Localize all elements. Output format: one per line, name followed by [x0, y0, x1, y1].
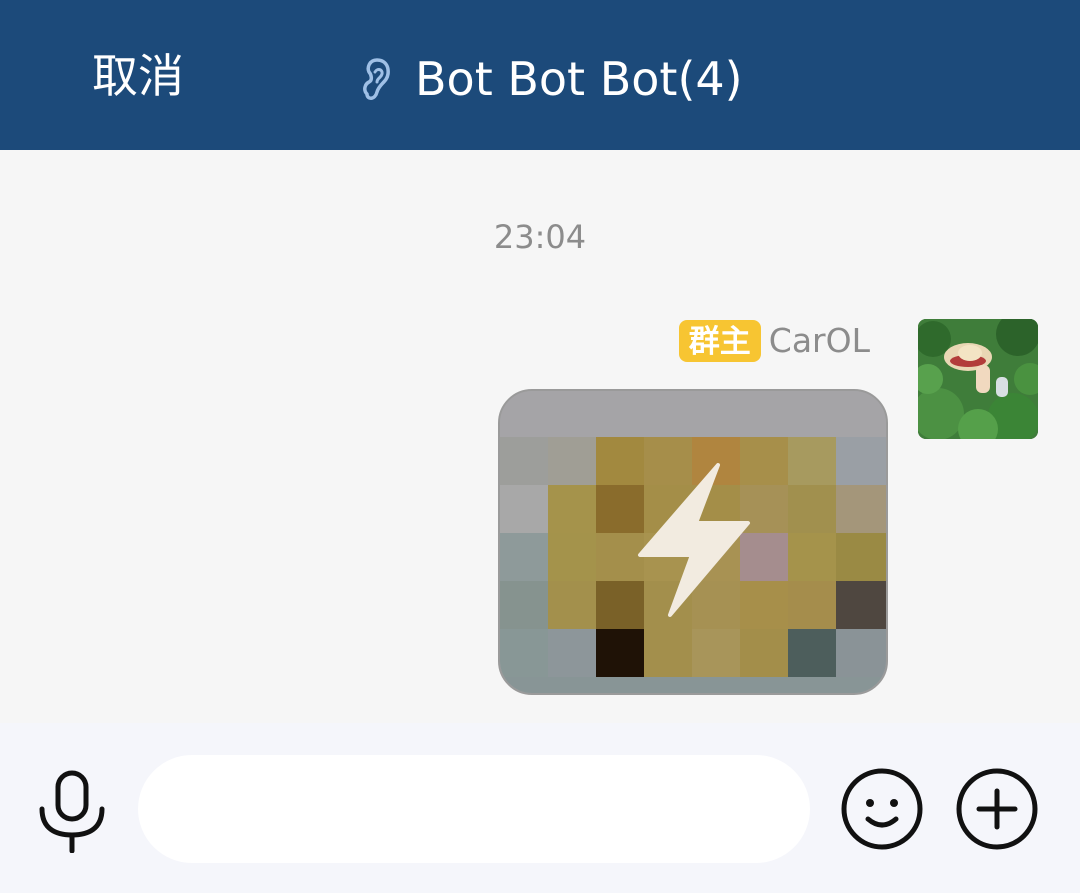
microphone-icon[interactable] — [36, 769, 108, 853]
ear-icon — [363, 58, 390, 100]
avatar-image — [918, 319, 1038, 439]
chat-title: Bot Bot Bot(4) — [415, 52, 743, 106]
image-message[interactable] — [498, 389, 888, 695]
top-bar: 取消 Bot Bot Bot(4) — [0, 0, 1080, 150]
message-list[interactable]: 23:04 群主 CarOL — [0, 150, 1080, 723]
message-timestamp: 23:04 — [493, 218, 587, 256]
smiley-icon[interactable] — [840, 767, 924, 851]
sender-name: CarOL — [768, 321, 870, 360]
input-bar — [0, 723, 1080, 893]
plus-circle-icon[interactable] — [955, 767, 1039, 851]
cancel-button[interactable]: 取消 — [92, 44, 184, 108]
message-input[interactable] — [138, 755, 810, 863]
role-badge: 群主 — [678, 320, 761, 362]
lightning-bolt-icon — [638, 463, 750, 617]
avatar[interactable] — [918, 319, 1038, 439]
chat-title-area[interactable]: Bot Bot Bot(4) — [355, 44, 743, 114]
sender-line: 群主 CarOL — [678, 320, 870, 362]
